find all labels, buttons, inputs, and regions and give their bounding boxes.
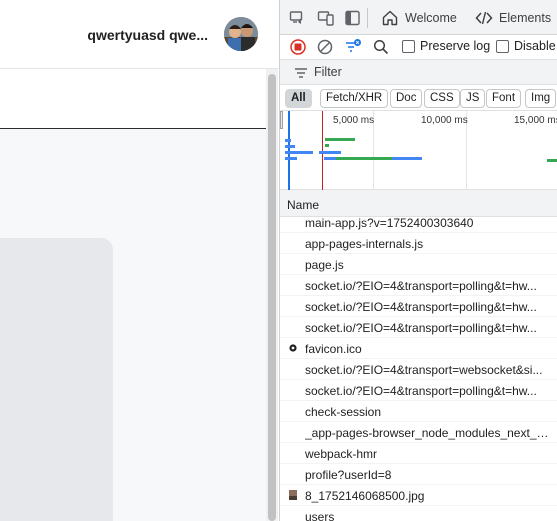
overview-request-bar (285, 139, 291, 142)
clear-icon[interactable] (316, 38, 334, 56)
request-row[interactable]: socket.io/?EIO=4&transport=websocket&si.… (280, 359, 557, 380)
devtools-tab-strip: Welcome Elements (280, 0, 557, 35)
network-toolbar: Preserve log Disable c (280, 35, 557, 60)
type-filter-font[interactable]: Font (486, 89, 522, 108)
request-name: profile?userId=8 (305, 468, 392, 482)
resource-type-filters: All Fetch/XHR Doc CSS JS Font Img (280, 85, 557, 111)
request-name: _app-pages-browser_node_modules_next_di.… (305, 426, 555, 440)
request-list: Name main-app.js?v=1752400303640 app-pag… (280, 190, 557, 521)
overview-request-bar (285, 151, 313, 154)
type-filter-all[interactable]: All (285, 89, 312, 108)
request-row[interactable]: profile?userId=8 (280, 464, 557, 485)
request-row[interactable]: check-session (280, 401, 557, 422)
image-thumbnail-icon (289, 490, 297, 500)
dock-side-icon[interactable] (344, 9, 362, 27)
request-row[interactable]: 8_1752146068500.jpg (280, 485, 557, 506)
inspect-device-icon[interactable] (317, 9, 335, 27)
tab-welcome[interactable]: Welcome (381, 0, 457, 35)
overview-request-bar (547, 159, 557, 162)
request-row[interactable]: favicon.ico (280, 338, 557, 359)
request-name: users (305, 510, 335, 521)
request-name: favicon.ico (305, 342, 362, 356)
screen: qwertyuasd qwe... Welcome Elements Prese… (0, 0, 557, 521)
filter-icon (295, 68, 307, 78)
tab-elements[interactable]: Elements (475, 0, 551, 35)
type-filter-js[interactable]: JS (460, 89, 486, 108)
devtools-panel: Welcome Elements Preserve log Disable Fi… (279, 0, 557, 521)
request-name: page.js (305, 258, 344, 272)
avatar-photo-icon (224, 17, 258, 51)
request-row[interactable]: _app-pages-browser_node_modules_next_di.… (280, 422, 557, 443)
column-header-label: Name (287, 198, 320, 212)
request-row[interactable]: socket.io/?EIO=4&transport=polling&t=hw.… (280, 275, 557, 296)
app-scrollbar-thumb[interactable] (268, 74, 276, 521)
request-name: 8_1752146068500.jpg (305, 489, 425, 503)
tab-separator (367, 8, 368, 28)
app-card (0, 238, 113, 521)
overview-request-bar (325, 144, 329, 147)
overview-handle-left[interactable] (280, 111, 283, 129)
request-row[interactable]: socket.io/?EIO=4&transport=polling&t=hw.… (280, 317, 557, 338)
tick-label-5000: 5,000 ms (333, 115, 375, 126)
favicon-icon (289, 344, 297, 352)
app-content-band (0, 69, 266, 129)
overview-request-bar (336, 157, 392, 160)
code-icon (475, 11, 493, 24)
request-name: app-pages-internals.js (305, 237, 424, 251)
request-name: socket.io/?EIO=4&transport=polling&t=hw.… (305, 300, 537, 314)
request-row[interactable]: users (280, 506, 557, 521)
filter-bar[interactable]: Filter (280, 60, 557, 85)
request-name: socket.io/?EIO=4&transport=websocket&si.… (305, 363, 543, 377)
request-row[interactable]: socket.io/?EIO=4&transport=polling&t=hw.… (280, 296, 557, 317)
filter-input[interactable]: Filter (314, 65, 342, 79)
record-stop-icon[interactable] (289, 38, 307, 56)
timeline-overview[interactable]: 5,000 ms 10,000 ms 15,000 ms (280, 111, 557, 190)
app-header: qwertyuasd qwe... (0, 0, 278, 69)
request-row[interactable]: socket.io/?EIO=4&transport=polling&t=hw.… (280, 380, 557, 401)
preserve-log-label: Preserve log (420, 39, 491, 53)
type-filter-fetch-xhr[interactable]: Fetch/XHR (320, 89, 389, 108)
request-row[interactable]: main-app.js?v=1752400303640 (280, 212, 557, 233)
preserve-log-checkbox[interactable] (402, 40, 415, 53)
request-name: check-session (305, 405, 382, 419)
request-row[interactable]: page.js (280, 254, 557, 275)
type-filter-img[interactable]: Img (525, 89, 557, 108)
disable-cache-label: Disable c (514, 39, 557, 53)
search-icon[interactable] (372, 38, 390, 56)
type-filter-doc[interactable]: Doc (390, 89, 423, 108)
username-label[interactable]: qwertyuasd qwe... (87, 27, 208, 43)
filter-active-icon[interactable] (344, 38, 362, 56)
request-row[interactable]: app-pages-internals.js (280, 233, 557, 254)
request-name: socket.io/?EIO=4&transport=polling&t=hw.… (305, 321, 537, 335)
home-icon (382, 10, 398, 25)
type-filter-css[interactable]: CSS (424, 89, 460, 108)
overview-request-bar (325, 138, 355, 141)
request-row[interactable]: webpack-hmr (280, 443, 557, 464)
overview-request-bar (285, 157, 297, 160)
avatar[interactable] (224, 17, 258, 51)
tab-elements-label: Elements (499, 10, 552, 25)
request-name: webpack-hmr (305, 447, 378, 461)
overview-request-bar (285, 145, 295, 148)
app-pane: qwertyuasd qwe... (0, 0, 278, 521)
device-toolbar-icon[interactable] (289, 9, 307, 27)
disable-cache-checkbox[interactable] (496, 40, 509, 53)
request-name: socket.io/?EIO=4&transport=polling&t=hw.… (305, 384, 537, 398)
request-name: socket.io/?EIO=4&transport=polling&t=hw.… (305, 279, 537, 293)
overview-request-bar (319, 151, 341, 154)
tick-label-10000: 10,000 ms (421, 115, 468, 126)
request-name: main-app.js?v=1752400303640 (305, 216, 474, 230)
tick-label-15000: 15,000 ms (514, 115, 557, 126)
tab-welcome-label: Welcome (405, 10, 457, 25)
